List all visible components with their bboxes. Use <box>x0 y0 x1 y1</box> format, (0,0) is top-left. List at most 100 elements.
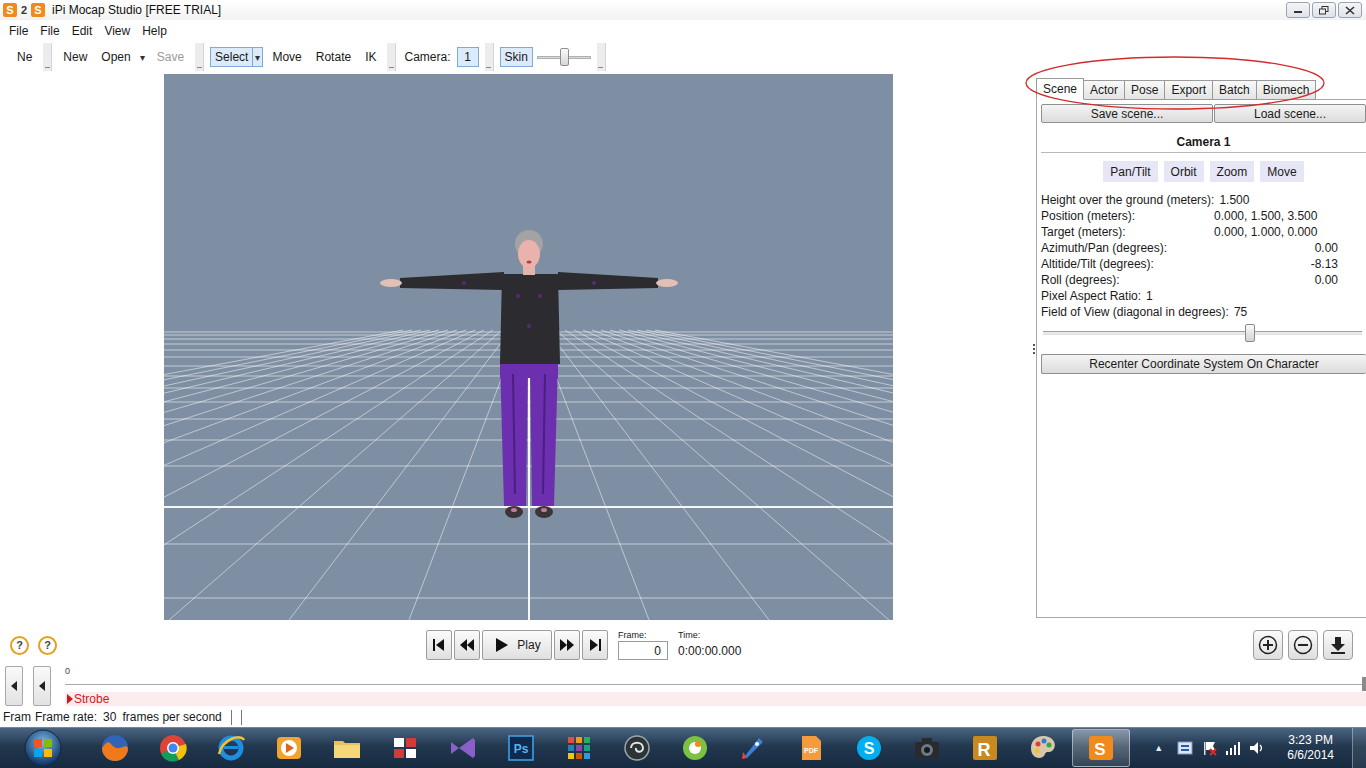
fit-button[interactable] <box>1323 630 1353 660</box>
help-button[interactable]: ? <box>38 636 57 655</box>
taskbar-app[interactable] <box>898 729 956 767</box>
signal-icon[interactable] <box>1225 740 1241 756</box>
taskbar-app[interactable] <box>1014 729 1072 767</box>
toolbar-grip[interactable] <box>387 43 396 71</box>
toolbar-button[interactable]: Ne <box>12 47 37 67</box>
viewport[interactable] <box>164 74 893 620</box>
dropdown-arrow[interactable]: ▾ <box>252 47 263 67</box>
toolbar-button[interactable]: Save <box>152 47 189 67</box>
camera-field[interactable]: 1 <box>457 47 479 67</box>
toolbar-grip[interactable] <box>597 43 606 71</box>
timeline-track[interactable] <box>65 684 1362 685</box>
tab[interactable]: Batch <box>1212 80 1257 100</box>
menu-item[interactable]: Help <box>136 24 173 38</box>
frame-field[interactable]: 0 <box>618 641 668 660</box>
property-value[interactable]: 1.500 <box>1219 193 1249 207</box>
tab[interactable]: Export <box>1164 80 1213 100</box>
fov-slider[interactable] <box>1043 323 1362 343</box>
timeline-track-area[interactable]: 0Strobe <box>61 666 1366 706</box>
toolbar-grip[interactable] <box>195 43 204 71</box>
minimize-button[interactable] <box>1286 2 1310 18</box>
property-value[interactable]: 1 <box>1146 289 1153 303</box>
tab[interactable]: Actor <box>1083 80 1125 100</box>
property-value[interactable]: 0.00 <box>1315 273 1338 287</box>
first-frame-button[interactable] <box>426 630 452 660</box>
taskbar-app[interactable]: Ps <box>492 729 550 767</box>
grid-line <box>601 330 893 620</box>
taskbar-app[interactable] <box>260 729 318 767</box>
menu-item[interactable]: File <box>3 24 34 38</box>
toolbar-grip[interactable] <box>43 43 52 71</box>
toolbar-grip[interactable] <box>485 43 494 71</box>
toolbar-button[interactable]: Skin <box>500 47 533 67</box>
speaker-icon[interactable] <box>1249 740 1265 756</box>
toolbar-button[interactable]: New <box>58 47 92 67</box>
toolbar-button[interactable]: Move <box>267 47 306 67</box>
close-button[interactable] <box>1338 2 1362 18</box>
maximize-button[interactable] <box>1312 2 1336 18</box>
toolbar-button[interactable]: Open <box>96 47 135 67</box>
taskbar-app[interactable] <box>434 729 492 767</box>
camera-mode-button[interactable]: Pan/Tilt <box>1103 161 1157 182</box>
fast-forward-button[interactable] <box>554 630 580 660</box>
clock[interactable]: 3:23 PM6/6/2014 <box>1273 733 1344 763</box>
show-desktop-button[interactable] <box>1352 728 1366 768</box>
taskbar-app[interactable] <box>376 729 434 767</box>
tab[interactable]: Scene <box>1036 78 1084 100</box>
play-button[interactable]: Play <box>482 630 552 660</box>
toolbar-button[interactable]: Rotate <box>311 47 356 67</box>
taskbar-app[interactable] <box>86 729 144 767</box>
taskbar-app[interactable] <box>144 729 202 767</box>
menu-item[interactable]: View <box>98 24 136 38</box>
menu-item[interactable]: Edit <box>66 24 99 38</box>
taskbar-app[interactable] <box>724 729 782 767</box>
scene-button[interactable]: Save scene... <box>1041 104 1213 123</box>
taskbar-app[interactable] <box>550 729 608 767</box>
taskbar-app[interactable]: S <box>1072 729 1130 767</box>
toolbar-group: Skin <box>494 46 597 68</box>
help-button[interactable]: ? <box>10 636 29 655</box>
timeline-end-handle[interactable] <box>1362 677 1366 691</box>
camera-mode-button[interactable]: Move <box>1260 161 1303 182</box>
property-value[interactable]: 0.000, 1.500, 3.500 <box>1214 209 1338 223</box>
tray-expand[interactable]: ▲ <box>1154 743 1163 753</box>
slider-thumb[interactable] <box>1245 324 1255 342</box>
tab[interactable]: Biomech <box>1256 80 1317 100</box>
property-value[interactable]: 75 <box>1234 305 1247 319</box>
panel-splitter[interactable] <box>1033 344 1035 354</box>
rewind-button[interactable] <box>454 630 480 660</box>
menu-item[interactable]: File <box>34 24 65 38</box>
toolbar-button[interactable]: Select <box>210 47 253 67</box>
skin-slider[interactable] <box>537 46 591 68</box>
restore-icon <box>1319 6 1329 15</box>
recenter-button[interactable]: Recenter Coordinate System On Character <box>1041 354 1366 374</box>
tray-app-icon[interactable] <box>1177 740 1193 756</box>
taskbar-app[interactable]: R <box>956 729 1014 767</box>
camera-mode-button[interactable]: Zoom <box>1210 161 1255 182</box>
timeline-left-button[interactable] <box>5 666 23 706</box>
tab[interactable]: Pose <box>1124 80 1165 100</box>
property-value[interactable]: -8.13 <box>1311 257 1338 271</box>
toolbar-button[interactable]: IK <box>360 47 381 67</box>
timeline-back-button[interactable] <box>33 666 51 706</box>
taskbar-app[interactable] <box>666 729 724 767</box>
last-frame-button[interactable] <box>582 630 608 660</box>
character[interactable] <box>380 230 678 518</box>
flag-icon[interactable] <box>1201 740 1217 756</box>
strobe-track[interactable]: Strobe <box>65 692 1366 706</box>
taskbar-app[interactable]: PDF <box>782 729 840 767</box>
taskbar-app[interactable] <box>608 729 666 767</box>
taskbar-app[interactable] <box>202 729 260 767</box>
start-orb-icon[interactable] <box>23 728 63 768</box>
zoom-out-button[interactable] <box>1288 630 1318 660</box>
slider-thumb[interactable] <box>560 48 569 66</box>
scene-button[interactable]: Load scene... <box>1214 104 1366 123</box>
viewport-scene[interactable] <box>164 74 893 620</box>
dropdown-arrow[interactable]: ▾ <box>137 47 148 67</box>
taskbar-app[interactable]: S <box>840 729 898 767</box>
property-value[interactable]: 0.00 <box>1315 241 1338 255</box>
property-value[interactable]: 0.000, 1.000, 0.000 <box>1214 225 1338 239</box>
taskbar-app[interactable] <box>318 729 376 767</box>
camera-mode-button[interactable]: Orbit <box>1164 161 1204 182</box>
zoom-in-button[interactable] <box>1253 630 1283 660</box>
